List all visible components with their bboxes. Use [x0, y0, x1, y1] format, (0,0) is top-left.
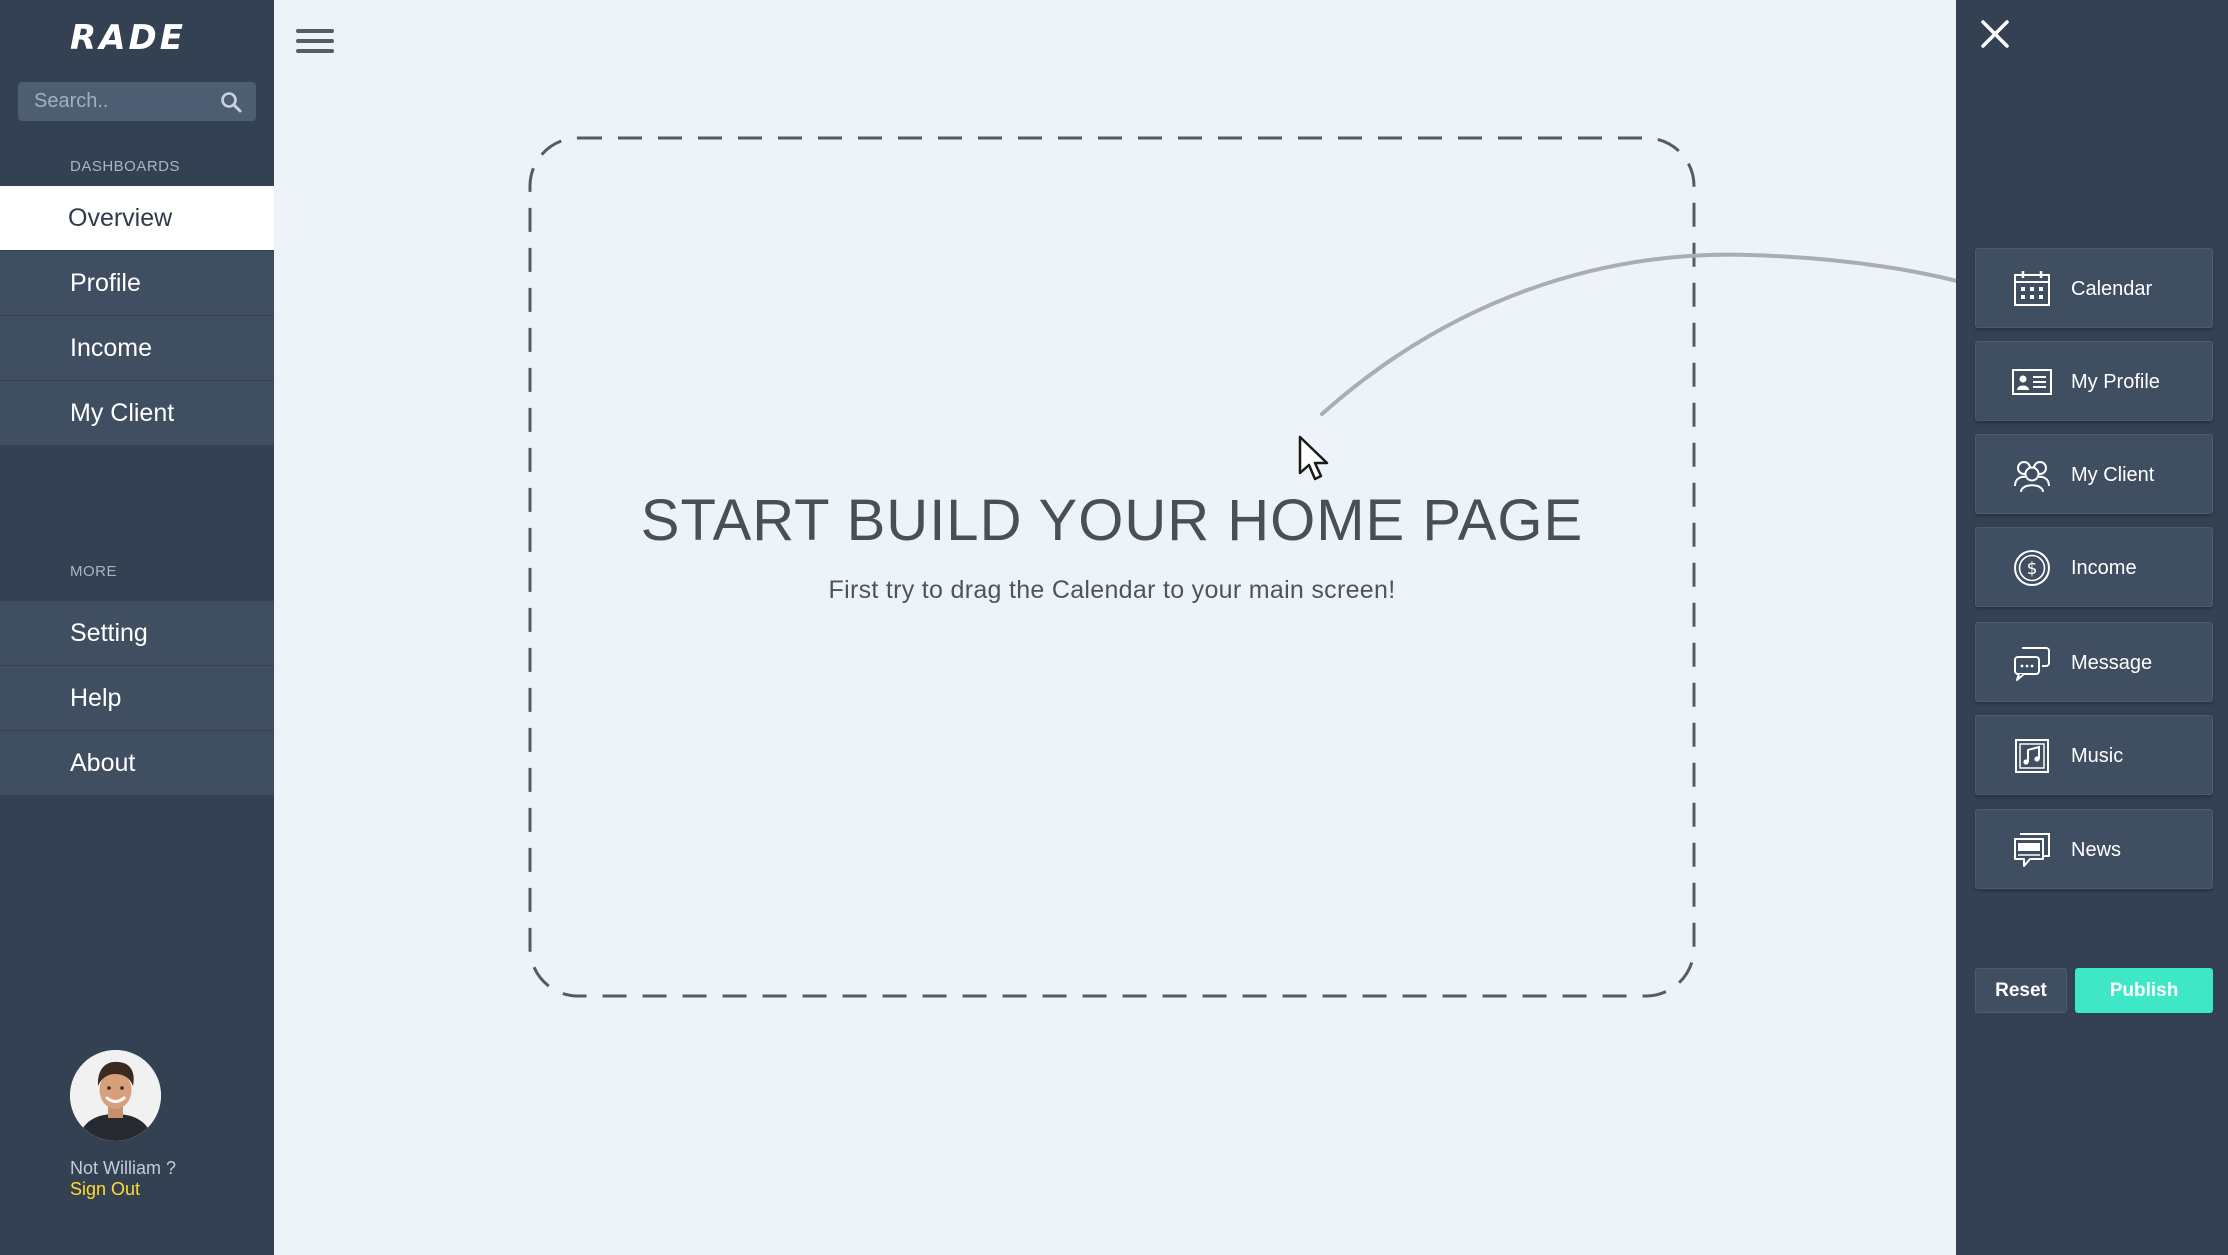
search-input[interactable]: [18, 82, 218, 121]
close-icon[interactable]: [1980, 19, 2010, 49]
widget-label: Message: [2071, 652, 2153, 674]
mouse-cursor-icon: [1298, 435, 1329, 481]
publish-button[interactable]: Publish: [2075, 968, 2213, 1013]
sidebar-item-overview[interactable]: Overview: [0, 186, 274, 250]
widget-income[interactable]: $ Income: [1975, 527, 2213, 607]
section-label-more: MORE: [70, 563, 117, 580]
avatar-image: [70, 1050, 161, 1141]
section-label-dashboards: DASHBOARDS: [70, 158, 181, 175]
widget-label: News: [2071, 839, 2122, 861]
widget-label: Income: [2071, 557, 2137, 579]
widget-label: Calendar: [2071, 278, 2153, 300]
svg-text:$: $: [2027, 559, 2038, 579]
sign-out-link[interactable]: Sign Out: [70, 1179, 140, 1200]
widget-label: Music: [2071, 745, 2124, 767]
widget-music[interactable]: Music: [1975, 715, 2213, 795]
widget-label: My Client: [2071, 464, 2155, 486]
drop-zone[interactable]: [528, 136, 1696, 998]
app-logo[interactable]: RADE: [0, 18, 256, 58]
sidebar-item-help[interactable]: Help: [0, 666, 274, 730]
search-box: [18, 82, 256, 121]
widget-my-profile[interactable]: My Profile: [1975, 341, 2213, 421]
widget-message[interactable]: Message: [1975, 622, 2213, 702]
message-icon: [2014, 647, 2050, 681]
page-title: START BUILD YOUR HOME PAGE: [640, 488, 1584, 553]
sidebar-item-profile[interactable]: Profile: [0, 251, 274, 315]
user-prompt: Not William ?: [70, 1158, 177, 1178]
news-icon: [2014, 833, 2050, 867]
hamburger-menu-icon[interactable]: [296, 29, 334, 55]
page-subtitle: First try to drag the Calendar to your m…: [828, 576, 1396, 604]
dollar-coin-icon: $: [2014, 550, 2050, 586]
widget-news[interactable]: News: [1975, 809, 2213, 889]
search-icon[interactable]: [220, 91, 242, 113]
widget-my-client[interactable]: My Client: [1975, 434, 2213, 514]
widget-calendar[interactable]: Calendar: [1975, 248, 2213, 328]
sidebar-item-my-client[interactable]: My Client: [0, 381, 274, 445]
reset-button[interactable]: Reset: [1975, 968, 2067, 1013]
sidebar-item-income[interactable]: Income: [0, 316, 274, 380]
calendar-icon: [2014, 271, 2050, 306]
id-card-icon: [2012, 369, 2052, 395]
sidebar-item-about[interactable]: About: [0, 731, 274, 795]
music-icon: [2015, 739, 2049, 773]
sidebar-item-setting[interactable]: Setting: [0, 601, 274, 665]
avatar[interactable]: [70, 1050, 161, 1141]
widget-label: My Profile: [2071, 371, 2160, 393]
users-icon: [2014, 461, 2050, 493]
left-sidebar: RADE DASHBOARDS Overview Profile Income …: [0, 0, 274, 1255]
